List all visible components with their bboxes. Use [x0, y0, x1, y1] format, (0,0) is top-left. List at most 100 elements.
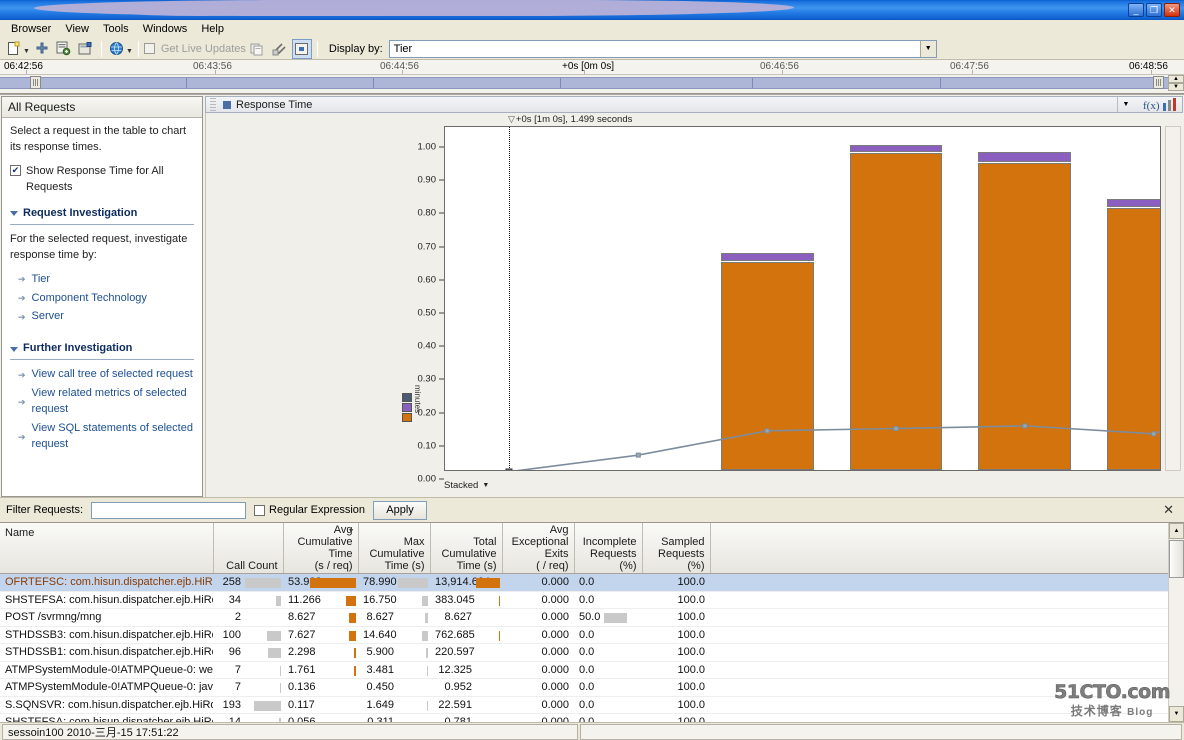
chart-stack-mode-control[interactable]: Stacked ▼ [444, 477, 489, 493]
link-label[interactable]: View related metrics of selected request [32, 386, 194, 418]
maximize-button[interactable]: ❐ [1146, 3, 1162, 17]
globe-caret-icon[interactable]: ▼ [126, 48, 133, 55]
menu-item-help[interactable]: Help [194, 22, 231, 36]
chart-scrollbar[interactable] [1165, 126, 1181, 471]
cell-value: 0.781 [430, 713, 502, 722]
table-header-name[interactable]: Name [0, 523, 214, 574]
cell-name: STHDSSB1: com.hisun.dispatcher.ejb.HiRou… [0, 643, 213, 662]
table-row[interactable]: ATMPSystemModule-0!ATMPQueue-0: weblogic… [0, 661, 1184, 679]
filter-input[interactable] [91, 501, 247, 519]
add-button[interactable] [32, 39, 52, 59]
link-item-server[interactable]: ➔ Server [18, 309, 194, 325]
cell-spacer [710, 713, 1184, 722]
table-header-call-count[interactable]: Call Count [213, 523, 284, 574]
close-button[interactable]: ✕ [1164, 3, 1180, 17]
table-header-avg-exceptional-exits-req[interactable]: Avg Exceptional Exits ( / req) [502, 523, 575, 574]
table-row[interactable]: ATMPSystemModule-0!ATMPQueue-0: javax.jm… [0, 678, 1184, 697]
minimize-button[interactable]: _ [1128, 3, 1144, 17]
sort-desc-icon: ▼ [347, 528, 355, 535]
table-row[interactable]: SHSTEFSA: com.hisun.dispatcher.ejb.HiRou… [0, 713, 1184, 722]
globe-button[interactable] [107, 39, 127, 59]
cell-value-bar [349, 630, 356, 641]
timeline-ruler[interactable]: 06:42:56 06:43:56 06:44:56 +0s [0m 0s] 06:46… [0, 60, 1184, 75]
chevron-down-icon[interactable] [10, 346, 18, 352]
timeline-scroll-buttons[interactable]: ▲ ▼ [1168, 75, 1184, 91]
table-row[interactable]: S.SQNSVR: com.hisun.dispatcher.ejb.HiRou… [0, 696, 1184, 714]
section-header-request-investigation[interactable]: Request Investigation [10, 206, 194, 222]
close-filter-icon[interactable]: ✕ [1163, 502, 1178, 518]
link-label[interactable]: Server [32, 309, 64, 325]
new-document-caret-icon[interactable]: ▼ [23, 48, 30, 55]
timeline-track[interactable] [0, 77, 1168, 89]
menu-item-view[interactable]: View [58, 22, 96, 36]
table-row[interactable]: OFRTEFSC: com.hisun.dispatcher.ejb.HiRou… [0, 573, 1184, 592]
link-item-component-technology[interactable]: ➔ Component Technology [18, 291, 194, 307]
menu-item-windows[interactable]: Windows [136, 22, 195, 36]
show-response-time-checkbox[interactable]: ✔ [10, 164, 21, 176]
cell-value: 100.0 [642, 608, 710, 627]
request-investigation-description: For the selected request, investigate re… [10, 232, 188, 261]
link-label[interactable]: Tier [32, 272, 51, 288]
link-label[interactable]: View SQL statements of selected request [32, 421, 194, 453]
show-response-time-row[interactable]: ✔ Show Response Time for All Requests [10, 164, 194, 196]
attach-button[interactable] [270, 39, 290, 59]
table-scroll-thumb[interactable] [1169, 540, 1184, 578]
apply-button[interactable]: Apply [373, 500, 428, 520]
table-header-sampled-requests[interactable]: Sampled Requests (%) [642, 523, 711, 574]
timeline-scrollbar[interactable]: ▲ ▼ [0, 75, 1184, 91]
scroll-down-icon[interactable]: ▼ [1169, 706, 1184, 722]
chevron-down-icon[interactable]: ▼ [919, 40, 936, 57]
chart-menu-chevron-down-icon[interactable]: ▼ [1117, 97, 1134, 112]
cell-value: 0.000 [502, 643, 574, 662]
section-header-further-investigation[interactable]: Further Investigation [10, 341, 194, 357]
table-row[interactable]: STHDSSB1: com.hisun.dispatcher.ejb.HiRou… [0, 643, 1184, 662]
table-header-max-cumulative-time-s[interactable]: Max Cumulative Time (s) [358, 523, 431, 574]
cell-value: 0.0 [574, 696, 642, 714]
timeline-right-grip[interactable] [1153, 76, 1164, 89]
link-item-tier[interactable]: ➔ Tier [18, 272, 194, 288]
plot-area[interactable] [444, 126, 1161, 471]
menu-item-browser[interactable]: Browser [4, 22, 58, 36]
menu-item-tools[interactable]: Tools [96, 22, 136, 36]
link-label[interactable]: Component Technology [32, 291, 147, 307]
table-header-total-cumulative-time-s[interactable]: Total Cumulative Time (s) [430, 523, 503, 574]
arrow-right-icon: ➔ [18, 274, 26, 284]
link-item-view-sql-statements[interactable]: ➔ View SQL statements of selected reques… [18, 421, 194, 453]
application-window: _ ❐ ✕ Browser View Tools Windows Help ▼ [0, 0, 1184, 740]
cell-value-bar [279, 718, 281, 722]
table-row[interactable]: POST /svrmng/mng 2 8.627 8.627 8.627 0.000 50.… [0, 608, 1184, 627]
copy-button[interactable] [248, 39, 268, 59]
arrow-right-icon: ➔ [18, 311, 26, 322]
properties-icon [78, 41, 92, 54]
get-live-updates-checkbox[interactable] [143, 43, 155, 54]
table-row[interactable]: STHDSSB3: com.hisun.dispatcher.ejb.HiRou… [0, 626, 1184, 644]
regex-checkbox[interactable] [254, 505, 266, 516]
cell-value: 0.0 [574, 661, 642, 679]
link-item-view-call-tree[interactable]: ➔ View call tree of selected request [18, 367, 194, 383]
y-axis-tick-1: 0.10 [417, 440, 437, 452]
link-label[interactable]: View call tree of selected request [32, 367, 193, 383]
chart-marker-dot[interactable] [505, 468, 513, 470]
scroll-down-icon[interactable]: ▼ [1168, 83, 1184, 91]
table-header-incomplete-requests[interactable]: Incomplete Requests (%) [574, 523, 643, 574]
new-document-button[interactable] [4, 39, 24, 59]
drag-grip-icon[interactable] [210, 98, 216, 111]
timeline-left-grip[interactable] [30, 76, 41, 89]
scroll-up-icon[interactable]: ▲ [1168, 75, 1184, 83]
new-report-button[interactable] [54, 39, 74, 59]
display-by-combo[interactable]: Tier ▼ [388, 39, 937, 58]
chevron-down-icon[interactable]: ▼ [482, 482, 489, 489]
snapshot-button[interactable] [291, 38, 312, 59]
link-item-view-related-metrics[interactable]: ➔ View related metrics of selected reque… [18, 386, 194, 418]
chevron-down-icon[interactable] [10, 211, 18, 217]
regex-control[interactable]: Regular Expression [254, 504, 365, 516]
cell-value-bar [499, 595, 500, 606]
table-scrollbar[interactable]: ▲ ▼ [1168, 523, 1184, 722]
chart-marker-line [509, 127, 511, 470]
scroll-up-icon[interactable]: ▲ [1169, 523, 1184, 539]
table-row[interactable]: SHSTEFSA: com.hisun.dispatcher.ejb.HiRou… [0, 591, 1184, 609]
table-header-avg-cumulative-time-s-req[interactable]: Avg Cumulative Time (s / req) ▼ [283, 523, 359, 574]
properties-button[interactable] [76, 39, 96, 59]
cell-value: 50.0 [574, 608, 642, 627]
toolbar-separator-1 [100, 40, 102, 57]
